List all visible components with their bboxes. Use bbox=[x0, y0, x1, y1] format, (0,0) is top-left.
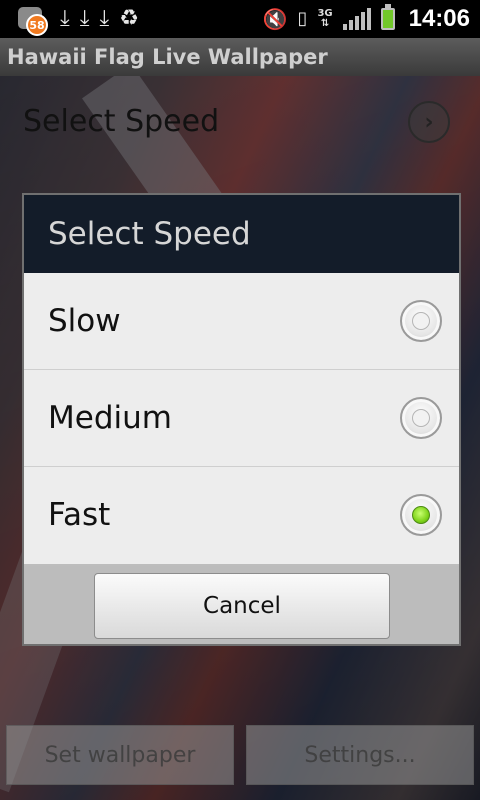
radio-button-slow[interactable] bbox=[400, 300, 442, 342]
select-speed-dialog: Select Speed Slow Medium Fast Cancel bbox=[22, 193, 461, 646]
settings-button[interactable]: Settings... bbox=[246, 725, 474, 785]
notification-count-badge: 58 bbox=[26, 14, 48, 36]
set-wallpaper-button[interactable]: Set wallpaper bbox=[6, 725, 234, 785]
app-notification-icon: 58 bbox=[16, 4, 50, 36]
option-slow[interactable]: Slow bbox=[24, 273, 459, 370]
option-label: Slow bbox=[48, 303, 121, 339]
mute-icon: 🔇 bbox=[262, 7, 288, 31]
download-icon: ⤓ bbox=[60, 6, 70, 31]
recycle-icon: ♻ bbox=[119, 6, 139, 31]
speed-options-list: Slow Medium Fast bbox=[24, 273, 459, 564]
chevron-right-icon[interactable]: › bbox=[408, 101, 450, 143]
system-icons: 🔇 ▯ 3G ⇅ 14:06 bbox=[263, 4, 470, 34]
option-label: Medium bbox=[48, 400, 172, 436]
radio-button-medium[interactable] bbox=[400, 397, 442, 439]
option-medium[interactable]: Medium bbox=[24, 370, 459, 467]
status-bar: 58 ⤓ ⤓ ⤓ ♻ 🔇 ▯ 3G ⇅ 14:06 bbox=[0, 0, 480, 38]
notification-icons: 58 ⤓ ⤓ ⤓ ♻ bbox=[16, 4, 139, 36]
cancel-button[interactable]: Cancel bbox=[94, 573, 390, 639]
dialog-title: Select Speed bbox=[24, 195, 459, 273]
radio-button-fast[interactable] bbox=[400, 494, 442, 536]
clock: 14:06 bbox=[408, 5, 470, 32]
download-icon: ⤓ bbox=[99, 6, 110, 31]
preference-select-speed[interactable]: Select Speed bbox=[23, 104, 219, 139]
option-fast[interactable]: Fast bbox=[24, 467, 459, 564]
signal-icon bbox=[342, 8, 371, 30]
vibrate-icon: ▯ bbox=[297, 8, 308, 29]
app-title: Hawaii Flag Live Wallpaper bbox=[0, 38, 480, 76]
3g-data-icon: 3G ⇅ bbox=[317, 8, 333, 29]
download-icon: ⤓ bbox=[79, 6, 90, 31]
option-label: Fast bbox=[48, 497, 111, 533]
dialog-footer: Cancel bbox=[24, 566, 459, 644]
battery-icon bbox=[380, 4, 395, 30]
